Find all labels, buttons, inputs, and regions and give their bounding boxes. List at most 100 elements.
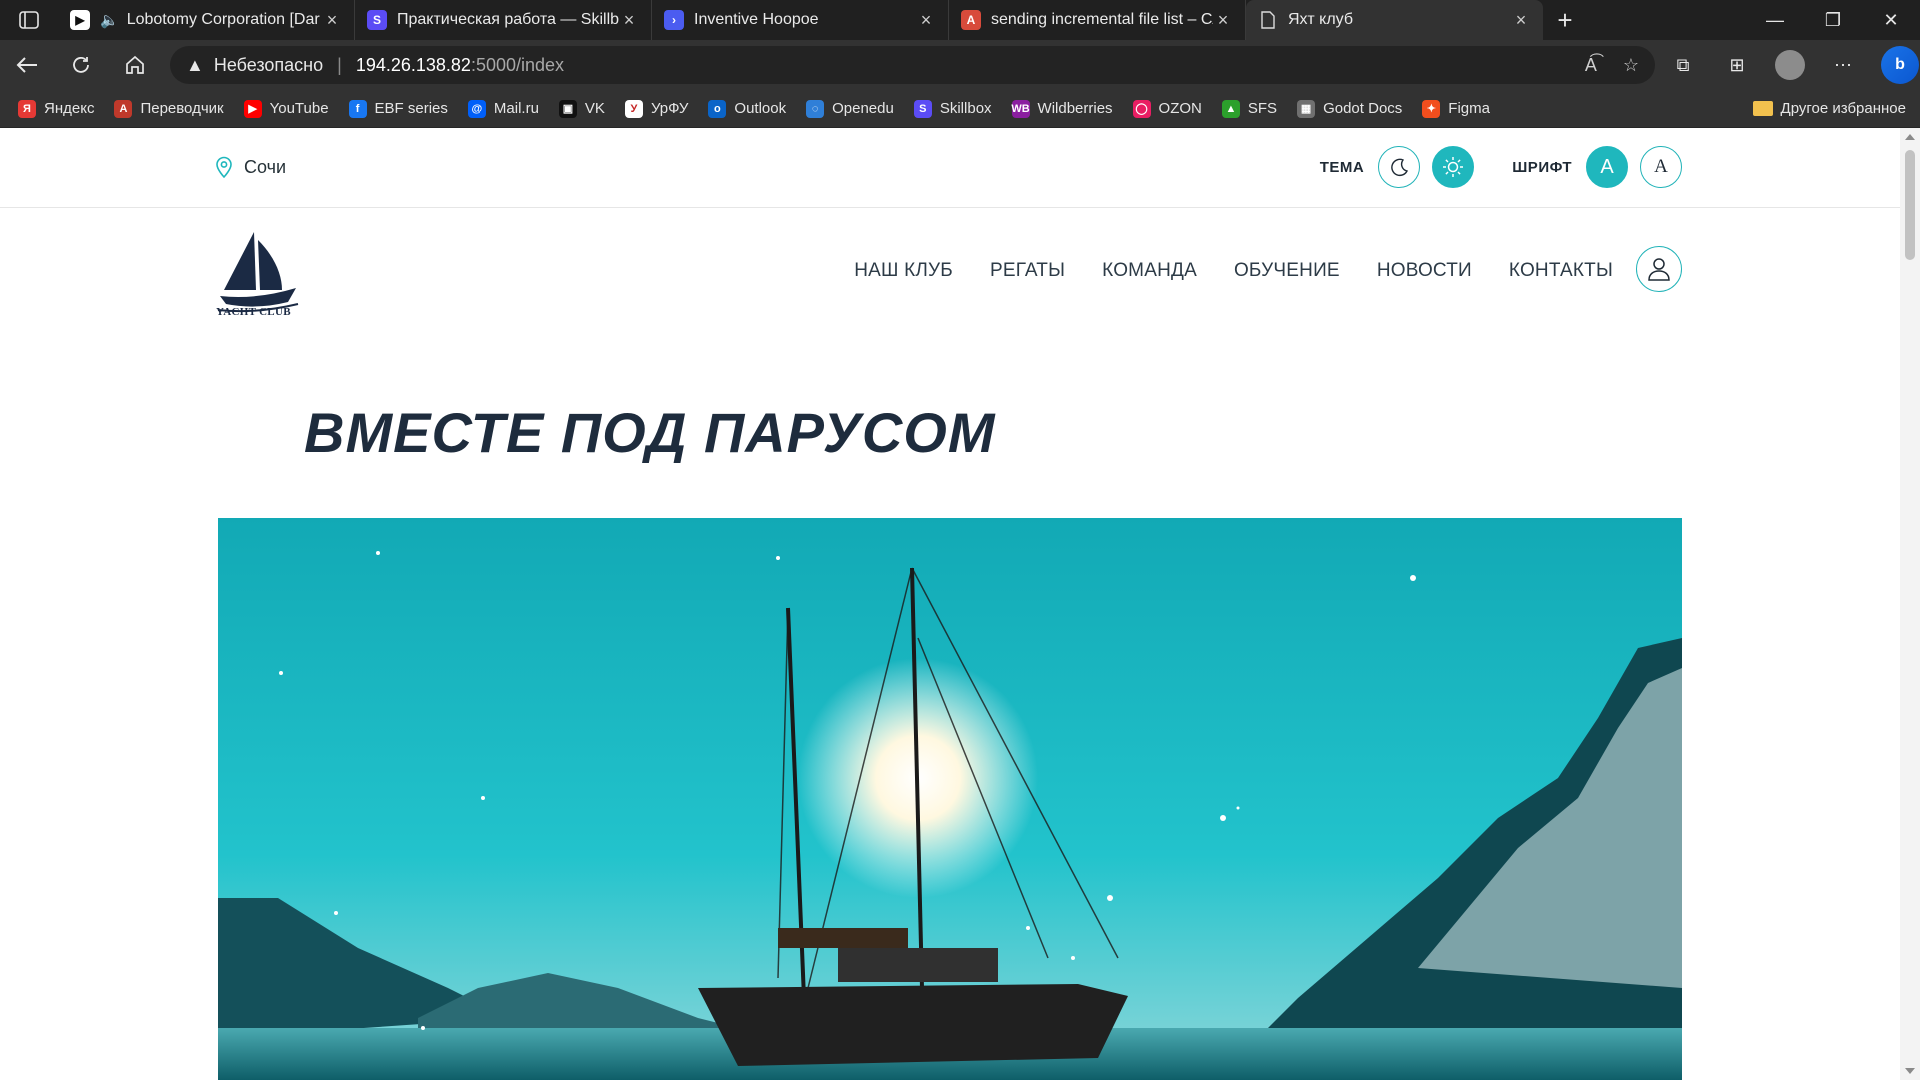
warning-icon[interactable]: ▲	[186, 55, 204, 76]
restore-icon[interactable]: ❐	[1804, 0, 1862, 40]
bookmark-favicon-icon: A	[114, 99, 133, 118]
url-path[interactable]: :5000/index	[471, 55, 564, 76]
play-favicon-icon: ›	[664, 10, 684, 30]
bookmark-item[interactable]: У УрФУ	[624, 99, 689, 118]
moon-icon	[1391, 158, 1409, 177]
bookmark-label: Переводчик	[140, 100, 224, 117]
tab-title: Практическая работа — Skillbo	[397, 11, 619, 28]
menu-item-club[interactable]: НАШ КЛУБ	[854, 260, 953, 282]
tab-yacht-club[interactable]: Яхт клуб ×	[1246, 0, 1543, 40]
light-theme-button[interactable]	[1432, 146, 1475, 188]
bookmark-label: Wildberries	[1037, 100, 1113, 117]
bookmark-favicon-icon: ▶	[243, 99, 262, 118]
folder-icon	[1752, 101, 1773, 116]
bookmark-item[interactable]: ▦ Godot Docs	[1297, 99, 1403, 118]
close-tab-icon[interactable]: ×	[1213, 10, 1233, 31]
bookmark-label: УрФУ	[650, 100, 689, 117]
menu-item-training[interactable]: ОБУЧЕНИЕ	[1234, 260, 1340, 282]
bookmark-favicon-icon: o	[708, 99, 727, 118]
bookmark-label: EBF series	[374, 100, 448, 117]
font-serif-button[interactable]: A	[1640, 146, 1682, 188]
scrollbar-thumb[interactable]	[1905, 150, 1915, 260]
new-tab-button[interactable]: +	[1543, 0, 1587, 40]
bookmark-item[interactable]: ✦ Figma	[1422, 99, 1490, 118]
bookmark-label: VK	[584, 100, 605, 117]
tab-sending-file-list[interactable]: A sending incremental file list – Сл ×	[949, 0, 1246, 40]
bookmark-item[interactable]: ▣ VK	[558, 99, 605, 118]
tab-title: Lobotomy Corporation [Dar	[126, 11, 320, 28]
home-icon	[126, 55, 144, 74]
tab-skillbox[interactable]: S Практическая работа — Skillbo ×	[355, 0, 652, 40]
bookmark-item[interactable]: Я Яндекс	[18, 99, 94, 118]
tab-lobotomy[interactable]: ▶ 🔈 Lobotomy Corporation [Dar ×	[58, 0, 355, 40]
font-sans-button[interactable]: A	[1586, 146, 1628, 188]
site-header: YACHT CLUB НАШ КЛУБ РЕГАТЫ КОМАНДА ОБУЧЕ…	[0, 208, 1900, 348]
other-bookmarks-label: Другое избранное	[1780, 100, 1906, 117]
home-button[interactable]	[108, 40, 162, 90]
other-bookmarks-folder[interactable]: Другое избранное	[1752, 100, 1906, 117]
close-tab-icon[interactable]: ×	[322, 10, 342, 31]
bookmark-favicon-icon: WB	[1011, 99, 1030, 118]
reload-button[interactable]	[54, 40, 108, 90]
audio-playing-icon[interactable]: 🔈	[100, 11, 119, 29]
page-scrollbar[interactable]	[1900, 128, 1920, 1080]
bookmark-label: Openedu	[832, 100, 894, 117]
bookmark-label: Mail.ru	[493, 100, 539, 117]
browser-window: ▶ 🔈 Lobotomy Corporation [Dar × S Практи…	[0, 0, 1920, 1080]
close-tab-icon[interactable]: ×	[916, 10, 936, 31]
security-label[interactable]: Небезопасно	[214, 55, 323, 76]
profile-avatar[interactable]	[1775, 50, 1805, 80]
bing-copilot-icon[interactable]: b	[1881, 46, 1919, 84]
bookmark-favicon-icon: ✦	[1422, 99, 1441, 118]
city-name: Сочи	[244, 156, 287, 177]
bookmark-item[interactable]: WB Wildberries	[1011, 99, 1113, 118]
minimize-icon[interactable]: —	[1746, 0, 1804, 40]
tab-actions-button[interactable]	[0, 0, 58, 40]
bookmark-favicon-icon: У	[624, 99, 643, 118]
tab-inventive-hoopoe[interactable]: › Inventive Hoopoe ×	[652, 0, 949, 40]
bookmark-favicon-icon: @	[467, 99, 486, 118]
bookmark-item[interactable]: A Переводчик	[114, 99, 224, 118]
accessibility-settings: ТЕМА ШРИФТ A A	[1320, 146, 1682, 188]
menu-item-news[interactable]: НОВОСТИ	[1377, 260, 1472, 282]
bookmark-item[interactable]: ▶ YouTube	[243, 99, 329, 118]
menu-item-regattas[interactable]: РЕГАТЫ	[990, 260, 1065, 282]
bookmark-item[interactable]: o Outlook	[708, 99, 787, 118]
add-favorite-icon[interactable]: ☆	[1623, 55, 1639, 76]
bookmark-item[interactable]: S Skillbox	[913, 99, 992, 118]
bookmark-item[interactable]: @ Mail.ru	[467, 99, 539, 118]
close-tab-icon[interactable]: ×	[1511, 10, 1531, 31]
scroll-down-icon[interactable]	[1905, 1068, 1915, 1074]
close-tab-icon[interactable]: ×	[619, 10, 639, 31]
bookmark-favicon-icon: ◯	[1132, 99, 1151, 118]
address-bar[interactable]: ▲ Небезопасно | 194.26.138.82 :5000/inde…	[170, 46, 1655, 84]
more-menu-icon[interactable]: ⋯	[1827, 49, 1859, 81]
menu-item-team[interactable]: КОМАНДА	[1102, 260, 1197, 282]
bookmark-label: Outlook	[734, 100, 787, 117]
bookmark-favicon-icon: ▣	[558, 99, 577, 118]
bookmark-label: Godot Docs	[1323, 100, 1403, 117]
logo-text: YACHT CLUB	[216, 306, 291, 318]
account-button[interactable]	[1636, 246, 1682, 292]
bookmark-favicon-icon: S	[913, 99, 932, 118]
bookmark-label: YouTube	[269, 100, 329, 117]
collections-icon[interactable]: ⊞	[1721, 49, 1753, 81]
extensions-icon[interactable]: ⧉	[1667, 49, 1699, 81]
city-selector[interactable]: Сочи	[216, 156, 286, 178]
close-window-icon[interactable]: ✕	[1862, 0, 1920, 40]
bookmark-item[interactable]: ◌ Openedu	[806, 99, 894, 118]
read-aloud-icon[interactable]: A͡	[1585, 55, 1597, 76]
sailboat-sunset-picture	[218, 518, 1682, 1080]
bookmark-item[interactable]: f EBF series	[348, 99, 448, 118]
window-controls: — ❐ ✕	[1746, 0, 1920, 40]
back-button[interactable]	[0, 40, 54, 90]
bookmark-item[interactable]: ◯ OZON	[1132, 99, 1202, 118]
dark-theme-button[interactable]	[1378, 146, 1421, 188]
url-host[interactable]: 194.26.138.82	[356, 55, 471, 76]
bookmark-label: SFS	[1247, 100, 1278, 117]
bookmark-favicon-icon: Я	[18, 99, 36, 118]
bookmark-favicon-icon: ◌	[806, 99, 825, 118]
bookmark-item[interactable]: ▲ SFS	[1221, 99, 1278, 118]
scroll-up-icon[interactable]	[1905, 134, 1915, 140]
menu-item-contacts[interactable]: КОНТАКТЫ	[1509, 260, 1613, 282]
